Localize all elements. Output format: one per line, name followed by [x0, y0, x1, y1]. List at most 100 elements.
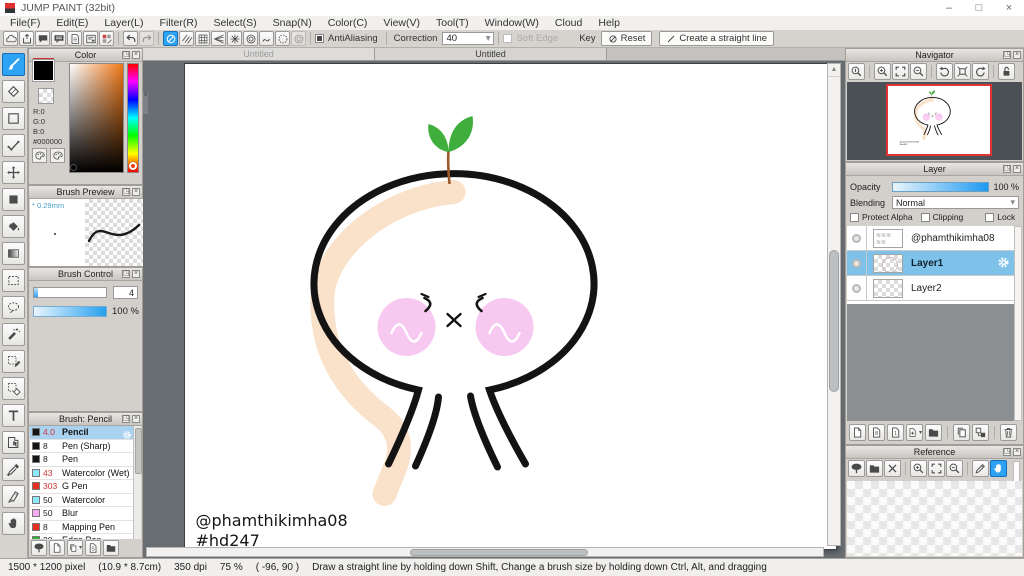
- merge-layer-button[interactable]: [972, 424, 989, 441]
- brush-tool[interactable]: [2, 53, 25, 76]
- menu-tool[interactable]: Tool(T): [428, 16, 477, 30]
- undo-button[interactable]: [123, 31, 138, 46]
- document-button[interactable]: [67, 31, 82, 46]
- blending-dropdown[interactable]: Normal ▾: [892, 196, 1019, 209]
- clear-button[interactable]: [884, 460, 901, 477]
- scrollbar-thumb[interactable]: [829, 250, 839, 392]
- menu-color[interactable]: Color(C): [320, 16, 376, 30]
- palette-edit-button[interactable]: [50, 148, 65, 163]
- navigator-thumbnail[interactable]: [886, 84, 992, 156]
- operation-tool[interactable]: [2, 431, 25, 454]
- layer-row[interactable]: Layer2: [847, 276, 1014, 301]
- clipping-checkbox[interactable]: [920, 212, 930, 222]
- zoom-out-button[interactable]: [946, 460, 963, 477]
- menu-view[interactable]: View(V): [375, 16, 428, 30]
- brush-list-scrollbar[interactable]: [133, 426, 142, 539]
- menu-cloud[interactable]: Cloud: [547, 16, 590, 30]
- menu-window[interactable]: Window(W): [477, 16, 547, 30]
- brush-row[interactable]: 50 Watercolor: [30, 494, 134, 507]
- antialiasing-checkbox[interactable]: [315, 34, 324, 43]
- snap-grid-button[interactable]: [195, 31, 210, 46]
- brush-control-title-bar[interactable]: Brush Control ◳ ×: [29, 268, 142, 281]
- minimize-button[interactable]: –: [934, 1, 964, 16]
- brush-row[interactable]: 8 Mapping Pen: [30, 521, 134, 534]
- snap-extra-button[interactable]: [291, 31, 306, 46]
- popout-icon[interactable]: ◳: [122, 187, 130, 196]
- brush-width-value[interactable]: 4: [113, 286, 138, 299]
- canvas-vertical-scrollbar[interactable]: ▲: [827, 63, 841, 546]
- close-icon[interactable]: ×: [132, 414, 140, 423]
- redo-button[interactable]: [139, 31, 154, 46]
- layer-settings-gear-icon[interactable]: [997, 256, 1010, 274]
- palette-edit-button[interactable]: [99, 31, 114, 46]
- canvas-page[interactable]: [185, 64, 836, 549]
- protect-alpha-checkbox[interactable]: [850, 212, 859, 222]
- lock-button[interactable]: [998, 63, 1015, 80]
- brush-opacity-slider[interactable]: [33, 306, 107, 317]
- layer-row-selected[interactable]: Layer1: [847, 251, 1014, 276]
- navigator-view[interactable]: [847, 82, 1022, 160]
- cloud-brush-button[interactable]: [31, 539, 47, 556]
- close-icon[interactable]: ×: [1013, 447, 1021, 456]
- fill-shape-tool[interactable]: [2, 188, 25, 211]
- snap-vanishing-button[interactable]: [211, 31, 226, 46]
- brush-folder-button[interactable]: [103, 539, 119, 556]
- panel-collapse-handle[interactable]: ≡: [143, 92, 148, 114]
- popout-icon[interactable]: ◳: [122, 269, 130, 278]
- brush-preview-title-bar[interactable]: Brush Preview ◳ ×: [29, 186, 142, 199]
- close-icon[interactable]: ×: [1013, 50, 1021, 59]
- select-eraser-tool[interactable]: [2, 377, 25, 400]
- new-folder-button[interactable]: [925, 424, 942, 441]
- comment-bubble-button[interactable]: [35, 31, 50, 46]
- document-tab[interactable]: Untitled: [143, 48, 375, 60]
- snap-off-button[interactable]: [163, 31, 178, 46]
- palette-button[interactable]: [32, 148, 47, 163]
- zoom-out-button[interactable]: [910, 63, 927, 80]
- reference-content[interactable]: [847, 481, 1022, 556]
- zoom-reset-button[interactable]: [848, 63, 865, 80]
- picker-marker[interactable]: [71, 165, 76, 170]
- new-layer-button[interactable]: [849, 424, 866, 441]
- snap-curve-button[interactable]: [259, 31, 274, 46]
- menu-file[interactable]: File(F): [2, 16, 48, 30]
- brush-row[interactable]: 303 G Pen: [30, 480, 134, 494]
- layer-panel-title-bar[interactable]: Layer ◳ ×: [846, 163, 1023, 176]
- eyedropper-tool[interactable]: [2, 458, 25, 481]
- scrollbar-thumb[interactable]: [134, 428, 142, 474]
- scroll-up-arrow-icon[interactable]: ▲: [828, 64, 840, 77]
- duplicate-brush-button[interactable]: ▾: [67, 539, 83, 556]
- hand-button[interactable]: [990, 460, 1007, 477]
- background-color-swatch[interactable]: [38, 88, 54, 104]
- soft-edge-checkbox[interactable]: [503, 34, 513, 43]
- open-file-button[interactable]: [866, 460, 883, 477]
- close-icon[interactable]: ×: [132, 187, 140, 196]
- brush-row[interactable]: 4.0 Pencil: [30, 426, 134, 440]
- rotate-reset-button[interactable]: [954, 63, 971, 80]
- material-panel-button[interactable]: [83, 31, 98, 46]
- menu-edit[interactable]: Edit(E): [48, 16, 96, 30]
- select-pen-tool[interactable]: [2, 350, 25, 373]
- polyline-tool[interactable]: [2, 134, 25, 157]
- divide-tool[interactable]: [2, 485, 25, 508]
- cloud-storage-button[interactable]: [3, 31, 18, 46]
- zoom-in-button[interactable]: [874, 63, 891, 80]
- close-icon[interactable]: ×: [132, 50, 140, 59]
- straight-line-button[interactable]: Create a straight line: [659, 31, 775, 46]
- brush-list-title-bar[interactable]: Brush: Pencil ◳ ×: [29, 413, 142, 426]
- opacity-slider[interactable]: [892, 181, 989, 192]
- close-icon[interactable]: ×: [132, 269, 140, 278]
- text-tool[interactable]: [2, 404, 25, 427]
- hand-tool[interactable]: [2, 512, 25, 535]
- menu-layer[interactable]: Layer(L): [96, 16, 151, 30]
- correction-dropdown[interactable]: 40 ▾: [442, 32, 495, 45]
- snap-concentric-button[interactable]: [243, 31, 258, 46]
- snap-parallel-button[interactable]: [179, 31, 194, 46]
- maximize-button[interactable]: □: [964, 1, 994, 16]
- brush-row[interactable]: 8 Pen: [30, 453, 134, 467]
- snap-ellipse-button[interactable]: [275, 31, 290, 46]
- brush-row[interactable]: 8 Pen (Sharp): [30, 440, 134, 453]
- visibility-toggle-icon[interactable]: [852, 233, 861, 243]
- reference-title-bar[interactable]: Reference ◳ ×: [846, 446, 1023, 459]
- navigator-title-bar[interactable]: Navigator ◳ ×: [846, 49, 1023, 62]
- popout-icon[interactable]: ◳: [122, 414, 130, 423]
